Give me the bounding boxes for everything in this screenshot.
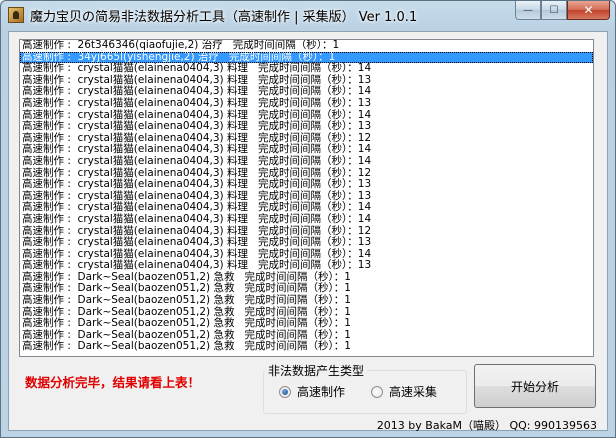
list-item[interactable]: 高速制作 : crystal猫猫(elainena0404,3) 料理 完成时间… (20, 236, 593, 249)
caption-buttons: — ☐ ✕ (515, 1, 610, 21)
result-listbox[interactable]: 高速制作 : 26t346346(qiaofujie,2) 治疗 完成时间间隔（… (19, 39, 594, 357)
status-message: 数据分析完毕，结果请看上表！ (25, 375, 201, 390)
radio-fast-craft-label: 高速制作 (297, 385, 346, 399)
list-item[interactable]: 高速制作 : crystal猫猫(elainena0404,3) 料理 完成时间… (20, 97, 593, 110)
radio-fast-craft[interactable]: 高速制作 (279, 383, 345, 400)
title-bar[interactable]: 魔力宝贝の简易非法数据分析工具（高速制作 | 采集版） Ver 1.0.1 — … (1, 1, 615, 31)
start-analysis-button[interactable]: 开始分析 (474, 364, 596, 408)
minimize-button[interactable]: — (515, 1, 541, 20)
list-item[interactable]: 高速制作 : Dark~Seal(baozen051,2) 急救 完成时间间隔（… (20, 294, 593, 307)
radio-fast-craft-dot (279, 385, 291, 398)
close-icon: ✕ (583, 3, 594, 17)
list-item[interactable]: 高速制作 : crystal猫猫(elainena0404,3) 料理 完成时间… (20, 121, 593, 133)
app-window: 魔力宝贝の简易非法数据分析工具（高速制作 | 采集版） Ver 1.0.1 — … (0, 0, 616, 438)
list-item[interactable]: 高速制作 : crystal猫猫(elainena0404,3) 料理 完成时间… (20, 155, 593, 168)
window-title: 魔力宝贝の简易非法数据分析工具（高速制作 | 采集版） Ver 1.0.1 (30, 10, 418, 25)
minimize-icon: — (523, 4, 533, 16)
radio-fast-gather[interactable]: 高速采集 (371, 383, 437, 400)
list-item[interactable]: 高速制作 : 26t346346(qiaofujie,2) 治疗 完成时间间隔（… (20, 40, 593, 52)
close-button[interactable]: ✕ (567, 1, 610, 20)
client-area: 高速制作 : 26t346346(qiaofujie,2) 治疗 完成时间间隔（… (8, 31, 608, 432)
radio-fast-gather-dot (371, 385, 383, 398)
app-icon (8, 7, 24, 23)
credit-text: 2013 by BakaM（喵殿） QQ: 990139563 (376, 419, 597, 432)
list-item[interactable]: 高速制作 : crystal猫猫(elainena0404,3) 料理 完成时间… (20, 213, 593, 226)
list-item[interactable]: 高速制作 : crystal猫猫(elainena0404,3) 料理 完成时间… (20, 179, 593, 191)
maximize-button[interactable]: ☐ (541, 1, 567, 20)
list-item[interactable]: 高速制作 : Dark~Seal(baozen051,2) 急救 完成时间间隔（… (20, 341, 593, 353)
type-group-title: 非法数据产生类型 (265, 362, 368, 379)
maximize-icon: ☐ (549, 4, 559, 16)
radio-fast-gather-label: 高速采集 (389, 385, 438, 399)
